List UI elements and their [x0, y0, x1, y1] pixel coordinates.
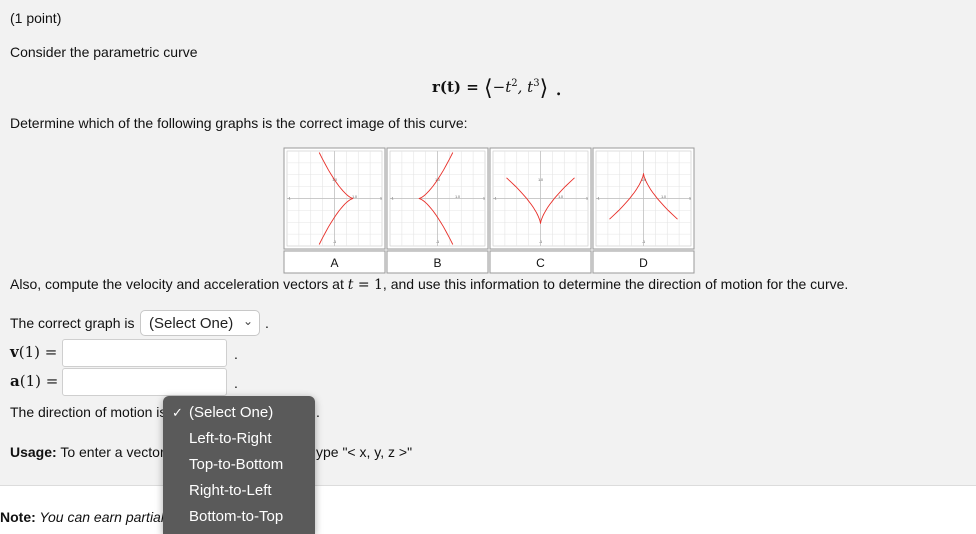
- also-text-part2: , and use this information to determine …: [382, 276, 849, 292]
- tick-label-x-end: 1: [483, 197, 485, 201]
- also-text: Also, compute the velocity and accelerat…: [10, 276, 848, 293]
- tick-label-left: -1: [390, 197, 393, 201]
- graph-choices: 1.0 1.0 -1 -1 1 A 1.0 1.0 -1 -1 1 B 1.0 1.0 -1 -1 1 C 1.0 1…: [283, 147, 697, 274]
- tick-label-right: 1.0: [455, 195, 460, 199]
- tick-label-right: 1.0: [661, 195, 666, 199]
- also-text-part1: Also, compute the velocity and accelerat…: [10, 276, 348, 292]
- velocity-dot: .: [234, 346, 238, 362]
- option-label: Right-to-Left: [189, 482, 272, 499]
- tick-label-x-end: 1: [586, 197, 588, 201]
- graph-label-b: B: [433, 256, 441, 270]
- acceleration-label-rest: (1) =: [19, 372, 59, 390]
- acceleration-dot: .: [234, 375, 238, 391]
- direction-label: The direction of motion is: [10, 404, 167, 420]
- velocity-label: v(1) =: [10, 343, 57, 361]
- intro-text: Consider the parametric curve: [10, 44, 198, 60]
- tick-label-top: 1.0: [538, 178, 543, 182]
- usage-text: Usage: To enter a vector: [10, 444, 165, 460]
- note-text: Note: You can earn partial: [0, 509, 164, 525]
- graph-label-c: C: [536, 256, 545, 270]
- option-label: Bottom-to-Top: [189, 508, 284, 525]
- correct-graph-dot: .: [265, 315, 269, 331]
- graph-label-d: D: [639, 256, 648, 270]
- tick-label-right: 1.0: [558, 195, 563, 199]
- option-label: Top-to-Bottom: [189, 456, 284, 473]
- checkmark-icon: ✓: [172, 405, 183, 420]
- velocity-label-rest: (1) =: [18, 343, 58, 361]
- direction-option-left-to-right[interactable]: Left-to-Right: [163, 426, 315, 452]
- correct-graph-select[interactable]: (Select One) ⌄: [140, 310, 260, 336]
- direction-option-bottom-to-top[interactable]: Bottom-to-Top: [163, 504, 315, 530]
- tick-label-x-end: 1: [689, 197, 691, 201]
- option-label: (Select One): [189, 404, 274, 421]
- tick-label-bottom: -1: [333, 240, 336, 244]
- acceleration-label-bold: a: [10, 372, 20, 390]
- tick-label-bottom: -1: [539, 240, 542, 244]
- tick-label-x-end: 1: [380, 197, 382, 201]
- direction-option-top-to-bottom[interactable]: Top-to-Bottom: [163, 452, 315, 478]
- usage-text-before: To enter a vector: [56, 444, 165, 460]
- also-eq: = 1: [353, 277, 383, 293]
- curve-formula: r(t) = ⟨−t2, t3⟩ .: [432, 76, 562, 101]
- formula-open-bracket: ⟨: [484, 76, 493, 101]
- problem-panel: (1 point) Consider the parametric curve …: [0, 0, 976, 486]
- graph-grid: 1.01.0-1-1 1A1.01.0-1-1 1B1.01.0-1-1 1C1.01…: [283, 147, 695, 274]
- velocity-input[interactable]: [62, 339, 227, 367]
- formula-close-bracket: ⟩ .: [539, 76, 563, 101]
- correct-graph-label: The correct graph is: [10, 315, 135, 331]
- direction-option-select-one[interactable]: ✓ (Select One): [163, 400, 315, 426]
- tick-label-bottom: -1: [436, 240, 439, 244]
- points-label: (1 point): [10, 10, 62, 26]
- usage-bold: Usage:: [10, 444, 57, 460]
- correct-graph-select-value: (Select One): [149, 315, 234, 332]
- question-text: Determine which of the following graphs …: [10, 115, 468, 131]
- direction-dot: .: [316, 404, 320, 420]
- direction-option-right-to-left[interactable]: Right-to-Left: [163, 478, 315, 504]
- chevron-down-icon: ⌄: [242, 314, 253, 328]
- tick-label-left: -1: [493, 197, 496, 201]
- usage-text-after: ype "< x, y, z >": [316, 444, 413, 460]
- formula-lhs: r(t) =: [432, 78, 485, 96]
- formula-part1: −t: [492, 78, 512, 96]
- direction-dropdown-menu[interactable]: ✓ (Select One) Left-to-Right Top-to-Bott…: [163, 396, 315, 534]
- option-label: Left-to-Right: [189, 430, 272, 447]
- tick-label-left: -1: [287, 197, 290, 201]
- note-text-body: You can earn partial: [35, 509, 164, 525]
- graph-label-a: A: [330, 256, 338, 270]
- tick-label-bottom: -1: [642, 240, 645, 244]
- acceleration-input[interactable]: [62, 368, 227, 396]
- note-bold: Note:: [0, 509, 36, 525]
- formula-sep: , t: [517, 78, 534, 96]
- velocity-label-bold: v: [10, 343, 19, 361]
- tick-label-left: -1: [596, 197, 599, 201]
- acceleration-label: a(1) =: [10, 372, 58, 390]
